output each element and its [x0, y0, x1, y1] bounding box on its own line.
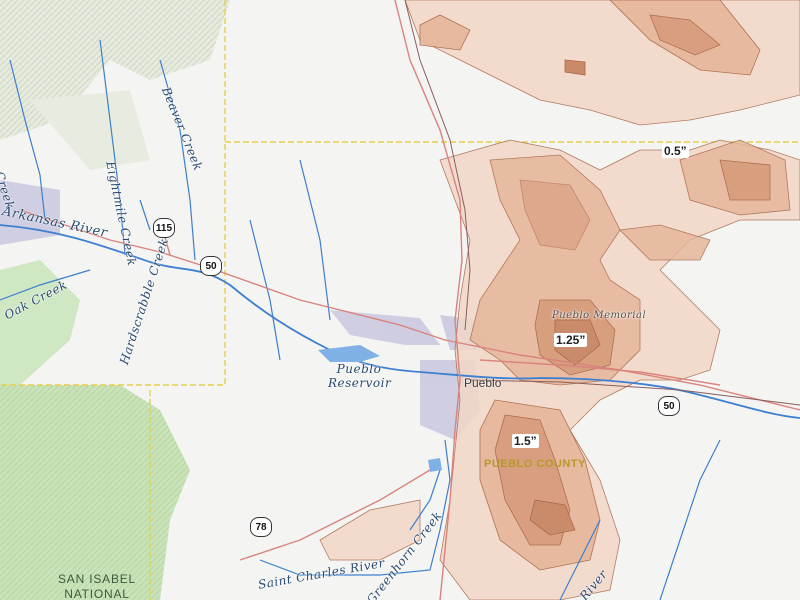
route-50-shield-east: 50	[658, 396, 680, 416]
contour-label-1-5: 1.5”	[512, 434, 539, 448]
route-50-shield-west: 50	[200, 256, 222, 276]
contour-label-1-25: 1.25”	[554, 333, 588, 347]
label-national-forest: SAN ISABEL NATIONAL	[58, 572, 136, 600]
precipitation-map[interactable]: 0.5” 1.25” 1.5” Fourmile Creek Beaver Cr…	[0, 0, 800, 600]
forest-label-line2: NATIONAL	[64, 587, 130, 600]
forest-label-line1: SAN ISABEL	[58, 572, 137, 586]
route-115-shield: 115	[153, 218, 175, 238]
basemap-layer	[0, 0, 800, 600]
label-pueblo: Pueblo	[464, 376, 502, 390]
route-78-shield: 78	[250, 517, 272, 537]
precipitation-contours	[319, 0, 800, 600]
label-pueblo-reservoir: Pueblo Reservoir	[328, 362, 392, 390]
contour-label-0-5: 0.5”	[662, 144, 689, 158]
label-pueblo-county: PUEBLO COUNTY	[484, 458, 586, 470]
label-pueblo-memorial: Pueblo Memorial	[552, 310, 647, 321]
